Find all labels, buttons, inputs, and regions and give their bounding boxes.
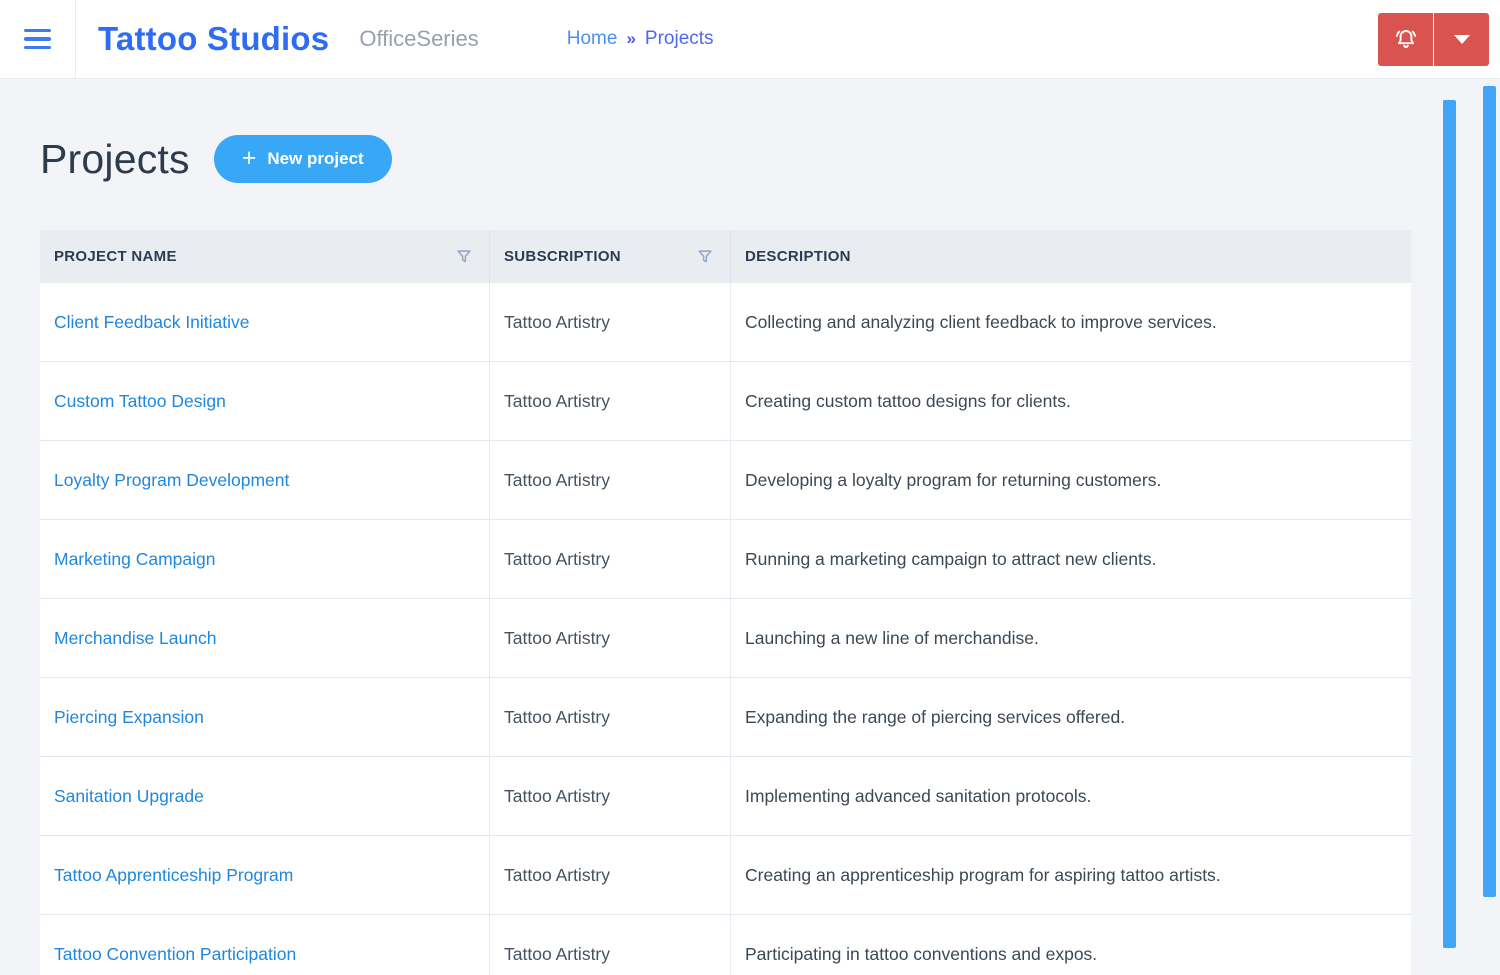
subscription-value: Tattoo Artistry	[504, 943, 611, 964]
description-value: Creating an apprenticeship program for a…	[745, 864, 1221, 885]
project-name-cell: Merchandise Launch	[40, 599, 490, 677]
table-row: Client Feedback Initiative Tattoo Artist…	[40, 283, 1411, 362]
subscription-cell: Tattoo Artistry	[490, 678, 731, 756]
subscription-cell: Tattoo Artistry	[490, 836, 731, 914]
project-name-cell: Custom Tattoo Design	[40, 362, 490, 440]
new-project-button[interactable]: + New project	[213, 135, 392, 183]
project-name-link[interactable]: Custom Tattoo Design	[54, 391, 226, 412]
top-bar: Tattoo Studios OfficeSeries Home » Proje…	[0, 0, 1500, 79]
description-cell: Collecting and analyzing client feedback…	[731, 283, 1411, 361]
column-label: PROJECT NAME	[54, 248, 177, 265]
description-value: Expanding the range of piercing services…	[745, 706, 1126, 727]
project-name-link[interactable]: Tattoo Apprenticeship Program	[54, 865, 293, 886]
subscription-value: Tattoo Artistry	[504, 706, 611, 727]
description-value: Running a marketing campaign to attract …	[745, 548, 1157, 569]
app-title[interactable]: Tattoo Studios	[98, 20, 329, 58]
column-label: DESCRIPTION	[745, 248, 851, 265]
filter-icon[interactable]	[455, 248, 473, 266]
account-menu-button[interactable]	[1434, 12, 1489, 66]
table-row: Sanitation Upgrade Tattoo Artistry Imple…	[40, 757, 1411, 836]
menu-area	[0, 0, 76, 78]
description-cell: Developing a loyalty program for returni…	[731, 441, 1411, 519]
breadcrumb-separator: »	[626, 29, 636, 48]
notifications-button[interactable]	[1378, 12, 1433, 66]
app-subtitle: OfficeSeries	[359, 26, 479, 51]
main-content: Projects + New project PROJECT NAME SUBS…	[0, 79, 1500, 975]
subscription-cell: Tattoo Artistry	[490, 915, 731, 975]
subscription-cell: Tattoo Artistry	[490, 362, 731, 440]
page-title: Projects	[40, 135, 190, 182]
inner-scrollbar-thumb[interactable]	[1443, 100, 1456, 948]
description-cell: Running a marketing campaign to attract …	[731, 520, 1411, 598]
description-value: Participating in tattoo conventions and …	[745, 943, 1098, 964]
project-name-cell: Tattoo Convention Participation	[40, 915, 490, 975]
column-header-project-name[interactable]: PROJECT NAME	[40, 230, 490, 283]
breadcrumb-home-link[interactable]: Home	[567, 28, 618, 50]
breadcrumb: Home » Projects	[567, 28, 714, 50]
new-project-label: New project	[267, 149, 364, 168]
subscription-cell: Tattoo Artistry	[490, 283, 731, 361]
subscription-value: Tattoo Artistry	[504, 627, 611, 648]
description-value: Implementing advanced sanitation protoco…	[745, 785, 1092, 806]
subscription-value: Tattoo Artistry	[504, 469, 611, 490]
description-value: Developing a loyalty program for returni…	[745, 469, 1162, 490]
project-name-cell: Tattoo Apprenticeship Program	[40, 836, 490, 914]
description-cell: Launching a new line of merchandise.	[731, 599, 1411, 677]
description-value: Creating custom tattoo designs for clien…	[745, 390, 1071, 411]
project-name-link[interactable]: Tattoo Convention Participation	[54, 944, 296, 965]
description-cell: Expanding the range of piercing services…	[731, 678, 1411, 756]
subscription-cell: Tattoo Artistry	[490, 441, 731, 519]
project-name-cell: Sanitation Upgrade	[40, 757, 490, 835]
projects-table: PROJECT NAME SUBSCRIPTION DESCRIPTION Cl…	[40, 230, 1411, 975]
project-name-link[interactable]: Sanitation Upgrade	[54, 786, 204, 807]
description-cell: Participating in tattoo conventions and …	[731, 915, 1411, 975]
subscription-value: Tattoo Artistry	[504, 311, 611, 332]
subscription-value: Tattoo Artistry	[504, 548, 611, 569]
project-name-link[interactable]: Piercing Expansion	[54, 707, 204, 728]
table-header-row: PROJECT NAME SUBSCRIPTION DESCRIPTION	[40, 230, 1411, 283]
hamburger-menu-icon[interactable]	[20, 25, 55, 54]
topbar-actions	[1378, 12, 1489, 66]
column-header-description[interactable]: DESCRIPTION	[731, 230, 1411, 283]
description-cell: Creating custom tattoo designs for clien…	[731, 362, 1411, 440]
subscription-cell: Tattoo Artistry	[490, 520, 731, 598]
project-name-link[interactable]: Client Feedback Initiative	[54, 312, 250, 333]
project-name-cell: Client Feedback Initiative	[40, 283, 490, 361]
description-value: Launching a new line of merchandise.	[745, 627, 1039, 648]
table-row: Marketing Campaign Tattoo Artistry Runni…	[40, 520, 1411, 599]
table-body: Client Feedback Initiative Tattoo Artist…	[40, 283, 1411, 975]
column-label: SUBSCRIPTION	[504, 248, 621, 265]
table-row: Merchandise Launch Tattoo Artistry Launc…	[40, 599, 1411, 678]
project-name-link[interactable]: Merchandise Launch	[54, 628, 216, 649]
subscription-value: Tattoo Artistry	[504, 864, 611, 885]
table-row: Tattoo Convention Participation Tattoo A…	[40, 915, 1411, 975]
table-row: Custom Tattoo Design Tattoo Artistry Cre…	[40, 362, 1411, 441]
project-name-link[interactable]: Marketing Campaign	[54, 549, 215, 570]
subscription-cell: Tattoo Artistry	[490, 599, 731, 677]
table-row: Loyalty Program Development Tattoo Artis…	[40, 441, 1411, 520]
subscription-value: Tattoo Artistry	[504, 785, 611, 806]
column-header-subscription[interactable]: SUBSCRIPTION	[490, 230, 731, 283]
project-name-cell: Piercing Expansion	[40, 678, 490, 756]
table-row: Piercing Expansion Tattoo Artistry Expan…	[40, 678, 1411, 757]
subscription-cell: Tattoo Artistry	[490, 757, 731, 835]
breadcrumb-current-link[interactable]: Projects	[645, 28, 714, 50]
description-value: Collecting and analyzing client feedback…	[745, 311, 1217, 332]
table-row: Tattoo Apprenticeship Program Tattoo Art…	[40, 836, 1411, 915]
project-name-cell: Loyalty Program Development	[40, 441, 490, 519]
plus-icon: +	[241, 143, 257, 172]
project-name-cell: Marketing Campaign	[40, 520, 490, 598]
subscription-value: Tattoo Artistry	[504, 390, 611, 411]
project-name-link[interactable]: Loyalty Program Development	[54, 470, 289, 491]
filter-icon[interactable]	[696, 248, 714, 266]
page-scrollbar-thumb[interactable]	[1483, 86, 1496, 897]
page-head: Projects + New project	[40, 79, 1411, 183]
description-cell: Implementing advanced sanitation protoco…	[731, 757, 1411, 835]
description-cell: Creating an apprenticeship program for a…	[731, 836, 1411, 914]
bell-icon	[1392, 25, 1420, 53]
caret-down-icon	[1453, 34, 1470, 44]
